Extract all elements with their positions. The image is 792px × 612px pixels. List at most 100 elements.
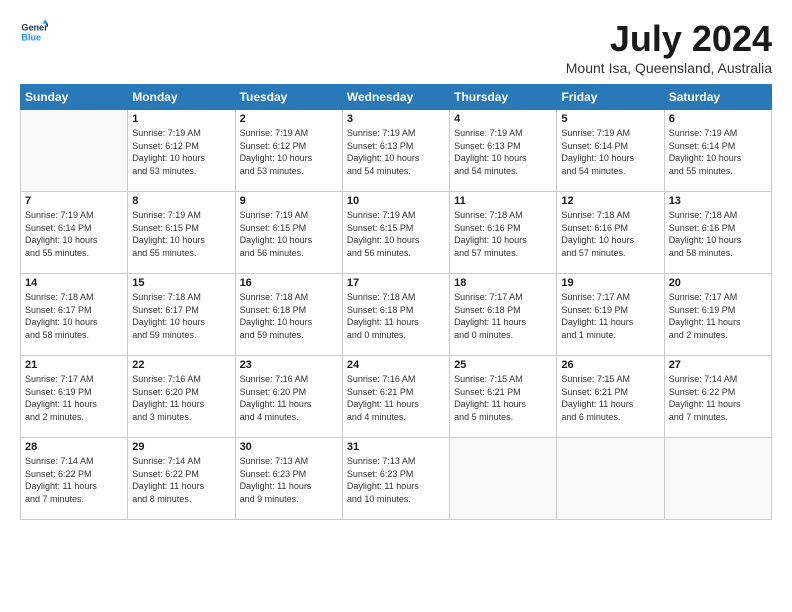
day-number: 22 — [132, 359, 230, 371]
calendar-cell: 17 Sunrise: 7:18 AM Sunset: 6:18 PM Dayli… — [342, 274, 449, 356]
day-info: Sunrise: 7:13 AM Sunset: 6:23 PM Dayligh… — [347, 455, 445, 505]
day-info: Sunrise: 7:15 AM Sunset: 6:21 PM Dayligh… — [454, 373, 552, 423]
day-info: Sunrise: 7:19 AM Sunset: 6:14 PM Dayligh… — [561, 127, 659, 177]
calendar-cell: 26 Sunrise: 7:15 AM Sunset: 6:21 PM Dayli… — [557, 356, 664, 438]
day-number: 2 — [240, 113, 338, 125]
calendar-cell: 13Sunrise: 7:18 AM Sunset: 6:16 PM Dayli… — [664, 192, 771, 274]
day-number: 16 — [240, 277, 338, 289]
day-number: 25 — [454, 359, 552, 371]
header-saturday: Saturday — [664, 85, 771, 110]
day-info: Sunrise: 7:19 AM Sunset: 6:12 PM Dayligh… — [240, 127, 338, 177]
day-info: Sunrise: 7:14 AM Sunset: 6:22 PM Dayligh… — [669, 373, 767, 423]
header-tuesday: Tuesday — [235, 85, 342, 110]
day-info: Sunrise: 7:19 AM Sunset: 6:13 PM Dayligh… — [454, 127, 552, 177]
day-info: Sunrise: 7:15 AM Sunset: 6:21 PM Dayligh… — [561, 373, 659, 423]
logo: General Blue — [20, 18, 50, 46]
day-number: 3 — [347, 113, 445, 125]
calendar-cell: 7Sunrise: 7:19 AM Sunset: 6:14 PM Daylig… — [21, 192, 128, 274]
calendar-cell: 24Sunrise: 7:16 AM Sunset: 6:21 PM Dayli… — [342, 356, 449, 438]
day-info: Sunrise: 7:19 AM Sunset: 6:15 PM Dayligh… — [132, 209, 230, 259]
day-info: Sunrise: 7:17 AM Sunset: 6:19 PM Dayligh… — [25, 373, 123, 423]
day-info: Sunrise: 7:17 AM Sunset: 6:18 PM Dayligh… — [454, 291, 552, 341]
calendar-cell: 6 Sunrise: 7:19 AM Sunset: 6:14 PM Daylig… — [664, 110, 771, 192]
day-number: 27 — [669, 359, 767, 371]
day-info: Sunrise: 7:19 AM Sunset: 6:15 PM Dayligh… — [347, 209, 445, 259]
day-number: 23 — [240, 359, 338, 371]
day-info: Sunrise: 7:19 AM Sunset: 6:12 PM Dayligh… — [132, 127, 230, 177]
location: Mount Isa, Queensland, Australia — [566, 60, 772, 76]
calendar-cell: 23 Sunrise: 7:16 AM Sunset: 6:20 PM Dayli… — [235, 356, 342, 438]
day-info: Sunrise: 7:17 AM Sunset: 6:19 PM Dayligh… — [669, 291, 767, 341]
month-title: July 2024 — [566, 18, 772, 60]
day-number: 5 — [561, 113, 659, 125]
calendar-cell — [21, 110, 128, 192]
calendar-cell: 18Sunrise: 7:17 AM Sunset: 6:18 PM Dayli… — [450, 274, 557, 356]
day-number: 24 — [347, 359, 445, 371]
calendar-cell: 29Sunrise: 7:14 AM Sunset: 6:22 PM Dayli… — [128, 438, 235, 520]
day-number: 6 — [669, 113, 767, 125]
calendar-cell: 22Sunrise: 7:16 AM Sunset: 6:20 PM Dayli… — [128, 356, 235, 438]
calendar-cell: 31 Sunrise: 7:13 AM Sunset: 6:23 PM Dayli… — [342, 438, 449, 520]
calendar-cell: 27 Sunrise: 7:14 AM Sunset: 6:22 PM Dayli… — [664, 356, 771, 438]
calendar-cell: 1 Sunrise: 7:19 AM Sunset: 6:12 PM Daylig… — [128, 110, 235, 192]
calendar-cell — [450, 438, 557, 520]
day-info: Sunrise: 7:18 AM Sunset: 6:16 PM Dayligh… — [561, 209, 659, 259]
day-info: Sunrise: 7:13 AM Sunset: 6:23 PM Dayligh… — [240, 455, 338, 505]
calendar-cell: 3 Sunrise: 7:19 AM Sunset: 6:13 PM Daylig… — [342, 110, 449, 192]
calendar-cell: 28 Sunrise: 7:14 AM Sunset: 6:22 PM Dayli… — [21, 438, 128, 520]
calendar-cell — [664, 438, 771, 520]
header-sunday: Sunday — [21, 85, 128, 110]
day-number: 13 — [669, 195, 767, 207]
svg-text:General: General — [21, 23, 48, 33]
day-number: 15 — [132, 277, 230, 289]
header-monday: Monday — [128, 85, 235, 110]
calendar-cell: 2 Sunrise: 7:19 AM Sunset: 6:12 PM Daylig… — [235, 110, 342, 192]
calendar-cell — [557, 438, 664, 520]
day-info: Sunrise: 7:14 AM Sunset: 6:22 PM Dayligh… — [132, 455, 230, 505]
calendar-cell: 4 Sunrise: 7:19 AM Sunset: 6:13 PM Daylig… — [450, 110, 557, 192]
day-number: 14 — [25, 277, 123, 289]
week-row-4: 21 Sunrise: 7:17 AM Sunset: 6:19 PM Dayli… — [21, 356, 772, 438]
week-row-1: 1 Sunrise: 7:19 AM Sunset: 6:12 PM Daylig… — [21, 110, 772, 192]
title-block: July 2024 Mount Isa, Queensland, Austral… — [566, 18, 772, 76]
day-number: 21 — [25, 359, 123, 371]
day-info: Sunrise: 7:18 AM Sunset: 6:18 PM Dayligh… — [347, 291, 445, 341]
svg-text:Blue: Blue — [21, 32, 41, 42]
calendar-table: SundayMondayTuesdayWednesdayThursdayFrid… — [20, 84, 772, 520]
calendar-cell: 12 Sunrise: 7:18 AM Sunset: 6:16 PM Dayli… — [557, 192, 664, 274]
day-info: Sunrise: 7:19 AM Sunset: 6:13 PM Dayligh… — [347, 127, 445, 177]
day-number: 12 — [561, 195, 659, 207]
header-friday: Friday — [557, 85, 664, 110]
week-row-5: 28 Sunrise: 7:14 AM Sunset: 6:22 PM Dayli… — [21, 438, 772, 520]
day-info: Sunrise: 7:19 AM Sunset: 6:15 PM Dayligh… — [240, 209, 338, 259]
calendar-cell: 16 Sunrise: 7:18 AM Sunset: 6:18 PM Dayli… — [235, 274, 342, 356]
day-number: 10 — [347, 195, 445, 207]
day-number: 26 — [561, 359, 659, 371]
header-wednesday: Wednesday — [342, 85, 449, 110]
day-info: Sunrise: 7:19 AM Sunset: 6:14 PM Dayligh… — [669, 127, 767, 177]
day-number: 20 — [669, 277, 767, 289]
calendar-cell: 25 Sunrise: 7:15 AM Sunset: 6:21 PM Dayli… — [450, 356, 557, 438]
week-row-2: 7Sunrise: 7:19 AM Sunset: 6:14 PM Daylig… — [21, 192, 772, 274]
day-number: 31 — [347, 441, 445, 453]
day-number: 28 — [25, 441, 123, 453]
page-header: General Blue July 2024 Mount Isa, Queens… — [20, 18, 772, 76]
day-number: 17 — [347, 277, 445, 289]
day-number: 4 — [454, 113, 552, 125]
calendar-cell: 5 Sunrise: 7:19 AM Sunset: 6:14 PM Daylig… — [557, 110, 664, 192]
day-number: 1 — [132, 113, 230, 125]
calendar-cell: 19Sunrise: 7:17 AM Sunset: 6:19 PM Dayli… — [557, 274, 664, 356]
day-info: Sunrise: 7:14 AM Sunset: 6:22 PM Dayligh… — [25, 455, 123, 505]
day-number: 11 — [454, 195, 552, 207]
calendar-cell: 21 Sunrise: 7:17 AM Sunset: 6:19 PM Dayli… — [21, 356, 128, 438]
calendar-cell: 11Sunrise: 7:18 AM Sunset: 6:16 PM Dayli… — [450, 192, 557, 274]
week-row-3: 14 Sunrise: 7:18 AM Sunset: 6:17 PM Dayli… — [21, 274, 772, 356]
day-info: Sunrise: 7:16 AM Sunset: 6:20 PM Dayligh… — [240, 373, 338, 423]
logo-icon: General Blue — [20, 18, 48, 46]
day-info: Sunrise: 7:18 AM Sunset: 6:17 PM Dayligh… — [25, 291, 123, 341]
day-info: Sunrise: 7:18 AM Sunset: 6:18 PM Dayligh… — [240, 291, 338, 341]
day-info: Sunrise: 7:17 AM Sunset: 6:19 PM Dayligh… — [561, 291, 659, 341]
day-number: 7 — [25, 195, 123, 207]
calendar-cell: 30Sunrise: 7:13 AM Sunset: 6:23 PM Dayli… — [235, 438, 342, 520]
day-number: 8 — [132, 195, 230, 207]
